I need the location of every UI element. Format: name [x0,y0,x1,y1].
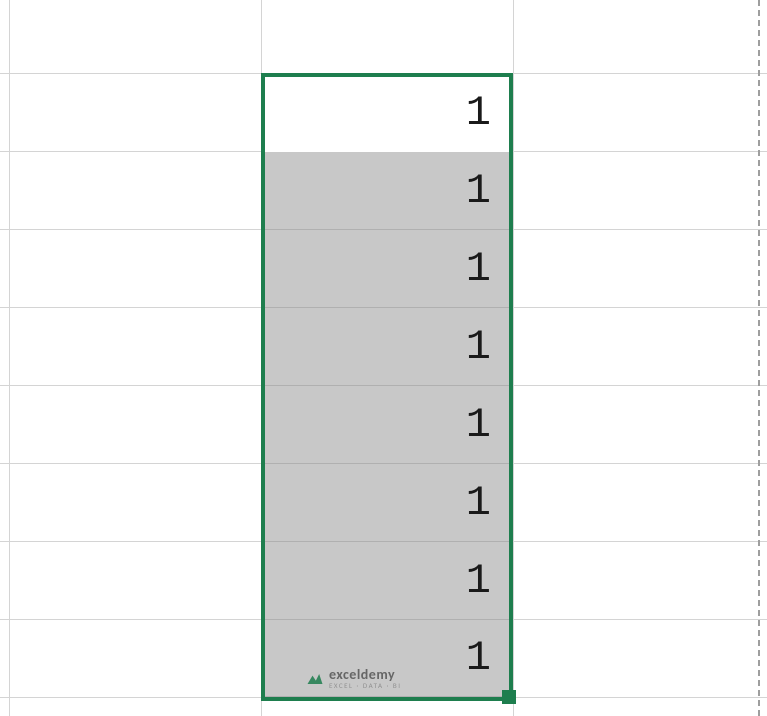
watermark: exceldemy EXCEL · DATA · BI [305,668,402,689]
watermark-icon [305,669,325,689]
cell-selected[interactable]: 1 [265,386,509,464]
cell-selected[interactable]: 1 [265,464,509,542]
watermark-tagline: EXCEL · DATA · BI [329,682,402,689]
cell-value: 1 [466,167,491,215]
spreadsheet-grid[interactable]: 1 1 1 1 1 1 1 1 exceldemy EXCEL · DATA ·… [0,0,767,716]
cell-value: 1 [466,323,491,371]
cell-value: 1 [466,634,491,682]
cell-selected[interactable]: 1 [265,542,509,620]
cell-selected[interactable]: 1 [265,152,509,230]
gridline-v [513,0,514,716]
watermark-brand: exceldemy [329,668,402,682]
cell-value: 1 [466,89,491,137]
cell-selected[interactable]: 1 [265,230,509,308]
cell-active[interactable]: 1 [265,74,509,152]
cell-value: 1 [466,479,491,527]
page-break-line [758,0,760,716]
gridline-h [0,697,767,698]
cell-value: 1 [466,557,491,605]
cell-selected[interactable]: 1 [265,308,509,386]
gridline-v [9,0,10,716]
gridline-v [261,0,262,716]
cell-value: 1 [466,401,491,449]
cell-value: 1 [466,245,491,293]
